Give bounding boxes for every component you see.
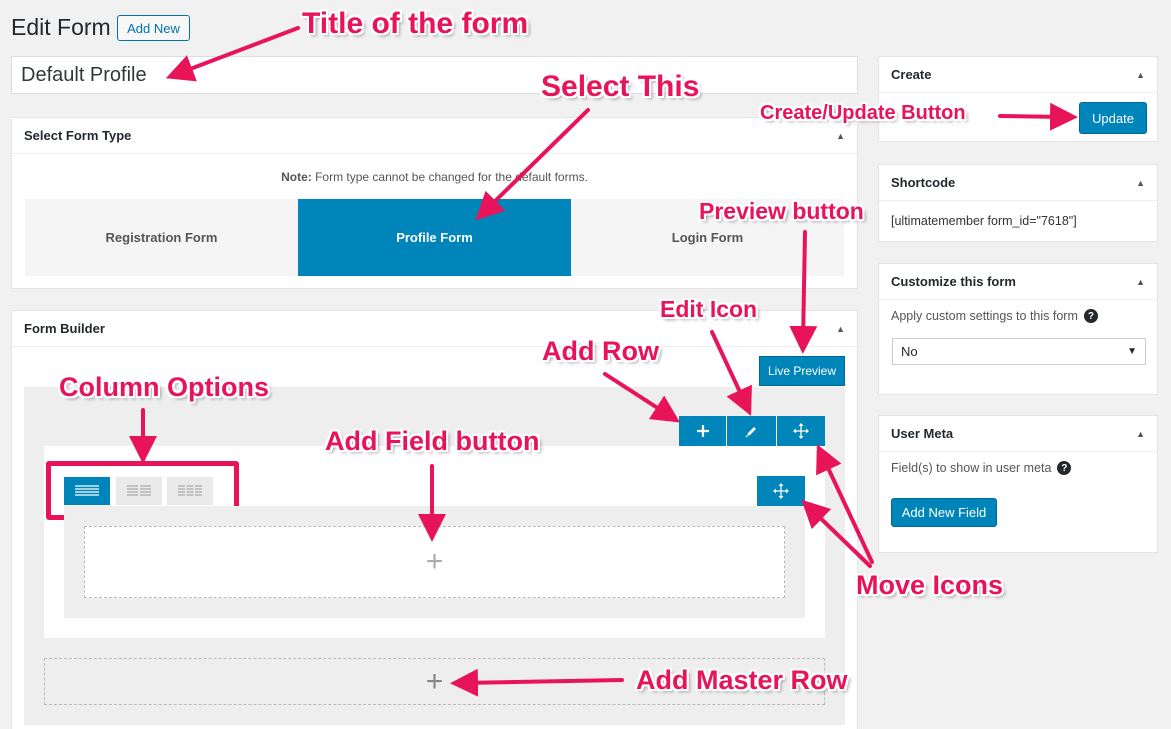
annotation-column-options: Column Options (59, 372, 269, 402)
annotation-edit-icon: Edit Icon (660, 296, 758, 322)
arrow-add-row (603, 372, 681, 423)
annotation-move-icons: Move Icons (856, 570, 1004, 600)
arrow-select-this (475, 108, 590, 221)
annotation-title: Title of the form (302, 7, 529, 40)
arrow-preview (789, 230, 818, 354)
annotation-add-master-row: Add Master Row (636, 665, 848, 695)
arrow-edit-icon (710, 330, 752, 416)
annotation-select-this: Select This (541, 70, 700, 103)
annotation-preview: Preview button (699, 198, 864, 224)
arrow-master-row (450, 668, 624, 697)
arrow-create-update (998, 102, 1078, 131)
annotation-create-update: Create/Update Button (760, 102, 966, 124)
annotation-add-field: Add Field button (325, 426, 540, 456)
annotation-add-row: Add Row (542, 336, 659, 366)
arrow-title (165, 26, 300, 82)
